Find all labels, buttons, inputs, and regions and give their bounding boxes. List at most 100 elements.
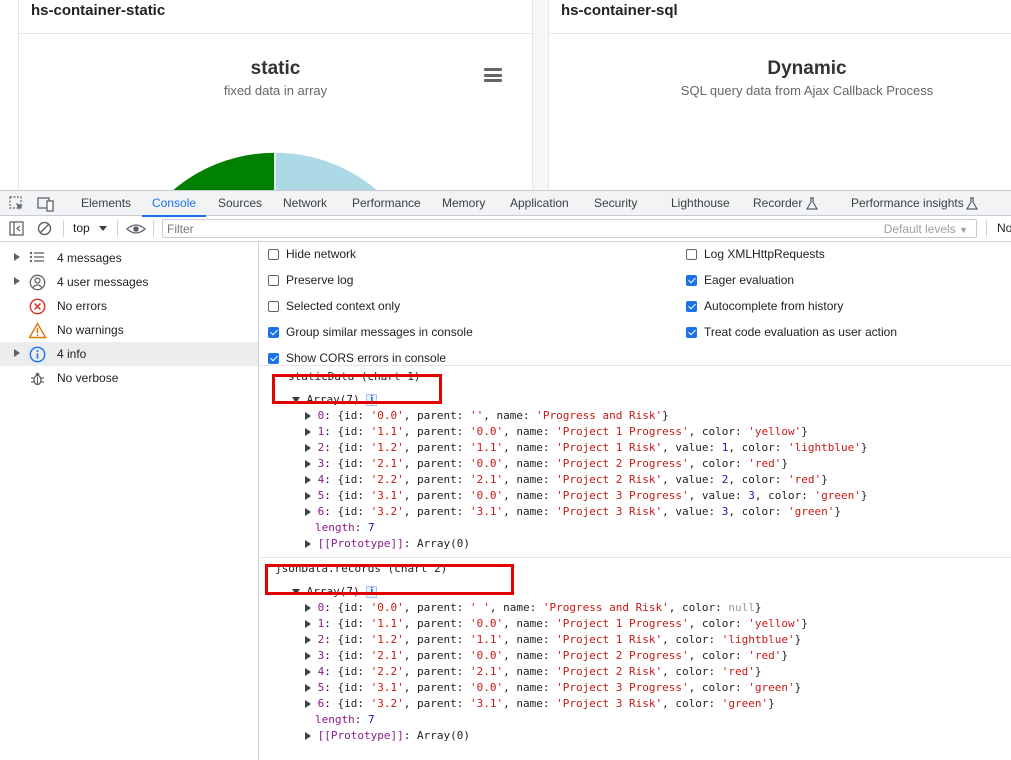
checkbox[interactable] bbox=[268, 275, 279, 286]
bug-icon bbox=[29, 370, 47, 386]
sidebar-item-bug[interactable]: No verbose bbox=[0, 366, 258, 390]
filter-input[interactable] bbox=[163, 220, 871, 237]
expand-arrow-icon[interactable] bbox=[305, 428, 311, 436]
field-key: color bbox=[675, 633, 709, 646]
checkbox[interactable] bbox=[268, 327, 279, 338]
field-value: 'Project 3 Progress' bbox=[556, 681, 689, 694]
chart-title: Dynamic bbox=[767, 58, 847, 79]
array-item[interactable]: 3: {id: '2.1', parent: '0.0', name: 'Pro… bbox=[305, 648, 788, 664]
expand-arrow-icon[interactable] bbox=[305, 492, 311, 500]
expand-arrow-icon[interactable] bbox=[305, 700, 311, 708]
tab-application[interactable]: Application bbox=[510, 191, 569, 216]
tab-performance-insights[interactable]: Performance insights bbox=[851, 191, 964, 216]
tab-network[interactable]: Network bbox=[283, 191, 327, 216]
tab-sources[interactable]: Sources bbox=[218, 191, 262, 216]
field-key: color bbox=[701, 425, 735, 438]
item-index: 6 bbox=[317, 505, 325, 518]
field-value: '0.0' bbox=[470, 649, 504, 662]
field-key: id bbox=[344, 409, 358, 422]
clear-console-icon[interactable] bbox=[37, 221, 53, 237]
checkbox[interactable] bbox=[686, 249, 697, 260]
panel-sql: hs-container-sql Dynamic SQL query data … bbox=[548, 0, 1011, 190]
checkbox[interactable] bbox=[686, 275, 697, 286]
pie-slice-green[interactable] bbox=[117, 151, 276, 190]
field-value: '0.0' bbox=[470, 425, 504, 438]
sidebar-item-list[interactable]: 4 messages bbox=[0, 246, 258, 270]
context-selector[interactable]: top bbox=[73, 221, 90, 235]
field-key: parent bbox=[417, 425, 457, 438]
toolbar-divider bbox=[986, 220, 987, 237]
list-icon bbox=[29, 250, 47, 266]
array-item[interactable]: 0: {id: '0.0', parent: ' ', name: 'Progr… bbox=[305, 600, 761, 616]
array-item[interactable]: 1: {id: '1.1', parent: '0.0', name: 'Pro… bbox=[305, 616, 808, 632]
array-item[interactable]: 1: {id: '1.1', parent: '0.0', name: 'Pro… bbox=[305, 424, 808, 440]
tab-lighthouse[interactable]: Lighthouse bbox=[671, 191, 730, 216]
expand-arrow-icon[interactable] bbox=[305, 476, 311, 484]
expand-arrow-icon[interactable] bbox=[305, 684, 311, 692]
warning-icon bbox=[28, 322, 47, 339]
field-key: name bbox=[516, 617, 543, 630]
field-value: 'Project 1 Risk' bbox=[556, 633, 663, 646]
checkbox[interactable] bbox=[268, 301, 279, 312]
field-value: '1.1' bbox=[370, 617, 404, 630]
expand-arrow-icon[interactable] bbox=[305, 732, 311, 740]
info-icon bbox=[29, 346, 47, 363]
array-item[interactable]: 5: {id: '3.1', parent: '0.0', name: 'Pro… bbox=[305, 680, 801, 696]
checkbox[interactable] bbox=[686, 301, 697, 312]
array-item[interactable]: 2: {id: '1.2', parent: '1.1', name: 'Pro… bbox=[305, 440, 867, 456]
array-item[interactable]: 6: {id: '3.2', parent: '3.1', name: 'Pro… bbox=[305, 504, 841, 520]
array-item[interactable]: 5: {id: '3.1', parent: '0.0', name: 'Pro… bbox=[305, 488, 867, 504]
array-item[interactable]: 6: {id: '3.2', parent: '3.1', name: 'Pro… bbox=[305, 696, 775, 712]
sidebar-item-user[interactable]: 4 user messages bbox=[0, 270, 258, 294]
tab-elements[interactable]: Elements bbox=[81, 191, 131, 216]
checkbox[interactable] bbox=[268, 353, 279, 364]
expand-arrow-icon[interactable] bbox=[305, 412, 311, 420]
field-key: value bbox=[675, 473, 709, 486]
default-levels-dropdown[interactable]: Default levels ▼ bbox=[884, 222, 968, 236]
tab-memory[interactable]: Memory bbox=[442, 191, 485, 216]
array-item[interactable]: 2: {id: '1.2', parent: '1.1', name: 'Pro… bbox=[305, 632, 801, 648]
tab-console[interactable]: Console bbox=[141, 191, 207, 217]
expand-arrow-icon[interactable] bbox=[14, 277, 20, 285]
sidebar-item-warning[interactable]: No warnings bbox=[0, 318, 258, 342]
array-item[interactable]: 4: {id: '2.2', parent: '2.1', name: 'Pro… bbox=[305, 664, 761, 680]
expand-arrow-icon[interactable] bbox=[305, 668, 311, 676]
sidebar-toggle-icon[interactable] bbox=[9, 221, 25, 237]
tab-performance[interactable]: Performance bbox=[352, 191, 421, 216]
tab-recorder[interactable]: Recorder bbox=[753, 191, 802, 216]
expand-arrow-icon[interactable] bbox=[305, 604, 311, 612]
array-item[interactable]: 4: {id: '2.2', parent: '2.1', name: 'Pro… bbox=[305, 472, 828, 488]
expand-arrow-icon[interactable] bbox=[305, 636, 311, 644]
checkbox[interactable] bbox=[268, 249, 279, 260]
expand-arrow-icon[interactable] bbox=[305, 508, 311, 516]
sidebar-item-info[interactable]: 4 info bbox=[0, 342, 258, 366]
expand-arrow-icon[interactable] bbox=[14, 349, 20, 357]
array-prototype[interactable]: [[Prototype]]: Array(0) bbox=[305, 536, 470, 552]
toolbar-divider bbox=[63, 220, 64, 237]
expand-arrow-icon[interactable] bbox=[305, 652, 311, 660]
eye-icon[interactable] bbox=[126, 222, 146, 236]
expand-arrow-icon[interactable] bbox=[305, 444, 311, 452]
web-page: hs-container-static static fixed data in… bbox=[0, 0, 1011, 190]
device-toolbar-icon[interactable] bbox=[37, 196, 55, 212]
array-item[interactable]: 3: {id: '2.1', parent: '0.0', name: 'Pro… bbox=[305, 456, 788, 472]
pie-slice-lightblue[interactable] bbox=[274, 151, 433, 190]
field-key: id bbox=[344, 697, 358, 710]
inspect-element-icon[interactable] bbox=[9, 196, 25, 212]
panel-static: hs-container-static static fixed data in… bbox=[18, 0, 533, 190]
field-value: 'red' bbox=[721, 665, 755, 678]
expand-arrow-icon[interactable] bbox=[305, 460, 311, 468]
expand-arrow-icon[interactable] bbox=[305, 540, 311, 548]
expand-arrow-icon[interactable] bbox=[305, 620, 311, 628]
array-prototype[interactable]: [[Prototype]]: Array(0) bbox=[305, 728, 470, 744]
expand-arrow-icon[interactable] bbox=[14, 253, 20, 261]
field-key: name bbox=[503, 601, 530, 614]
field-key: parent bbox=[417, 697, 457, 710]
issues-counter-text[interactable]: No bbox=[997, 221, 1011, 235]
checkbox[interactable] bbox=[686, 327, 697, 338]
tab-security[interactable]: Security bbox=[594, 191, 637, 216]
setting-label: Group similar messages in console bbox=[286, 325, 473, 339]
array-item[interactable]: 0: {id: '0.0', parent: '', name: 'Progre… bbox=[305, 408, 669, 424]
panel-title: hs-container-sql bbox=[561, 2, 678, 19]
sidebar-item-error[interactable]: No errors bbox=[0, 294, 258, 318]
